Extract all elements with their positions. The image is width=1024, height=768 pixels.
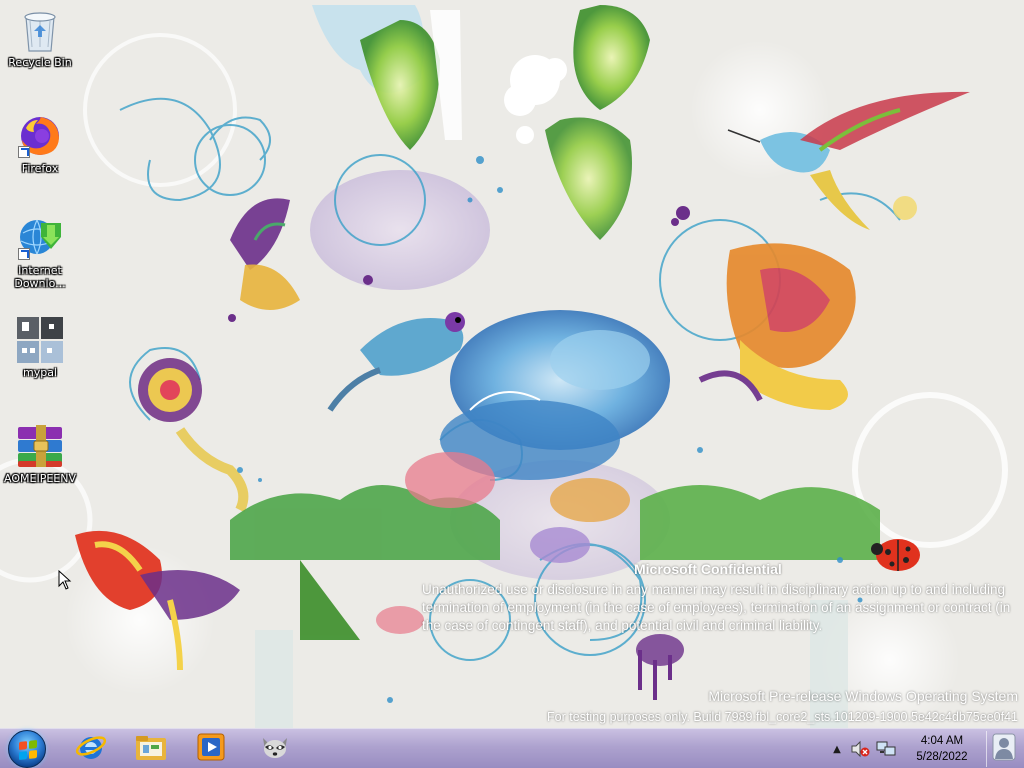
desktop-icon-label: Firefox <box>21 162 59 175</box>
clock-date: 5/28/2022 <box>916 751 968 763</box>
winrar-archive-icon <box>16 422 64 470</box>
shortcut-arrow-icon <box>18 248 30 260</box>
notification-area: ▲ 4:04 AM 5/28/2022 <box>830 729 1024 768</box>
windows-orb-icon <box>8 730 46 768</box>
desktop-icon-recycle-bin[interactable]: Recycle Bin <box>2 6 78 69</box>
taskbar-pinned-windows-explorer[interactable] <box>124 731 178 767</box>
desktop-icon-aomeipeenv[interactable]: AOMEIPEENV <box>2 422 78 485</box>
watermark-build-string: For testing purposes only. Build 7989.fb… <box>547 710 1018 724</box>
watermark-os-name: Microsoft Pre-release Windows Operating … <box>708 688 1018 704</box>
show-hidden-icons-chevron[interactable]: ▲ <box>830 739 844 759</box>
recycle-bin-icon <box>16 6 64 54</box>
watermark-title: Microsoft Confidential <box>634 561 782 577</box>
desktop-icon-label: mypal <box>22 366 57 379</box>
desktop-icon-label: Internet Downlo... <box>14 264 66 290</box>
clock-time: 4:04 AM <box>920 735 964 747</box>
taskbar-pinned-internet-explorer[interactable] <box>64 731 118 767</box>
volume-muted-icon[interactable] <box>850 739 870 759</box>
user-account-icon <box>992 733 1016 765</box>
taskbar-pinned-raccoon-app[interactable] <box>248 731 302 767</box>
mypal-icon <box>16 316 64 364</box>
internet-download-manager-icon <box>16 214 64 262</box>
raccoon-icon <box>259 732 291 766</box>
media-player-icon <box>196 732 226 766</box>
internet-explorer-icon <box>75 732 107 766</box>
start-button[interactable] <box>2 729 52 768</box>
taskbar-pinned-media-player[interactable] <box>184 731 238 767</box>
desktop-icon-mypal[interactable]: mypal <box>2 316 78 379</box>
watermark-notice: Unauthorized use or disclosure in any ma… <box>422 582 1011 633</box>
desktop-icon-firefox[interactable]: Firefox <box>2 112 78 175</box>
desktop-icon-internet-download-manager[interactable]: Internet Downlo... <box>2 214 78 290</box>
network-icon[interactable] <box>876 739 896 759</box>
mouse-cursor-icon <box>58 569 72 594</box>
firefox-icon <box>16 112 64 160</box>
user-account-button[interactable] <box>986 731 1020 767</box>
desktop-icon-label: Recycle Bin <box>8 56 72 69</box>
folder-library-icon <box>134 732 168 766</box>
shortcut-arrow-icon <box>18 146 30 158</box>
system-clock[interactable]: 4:04 AM 5/28/2022 <box>902 733 982 765</box>
desktop-icon-label: AOMEIPEENV <box>4 472 76 485</box>
taskbar: ▲ 4:04 AM 5/28/2022 <box>0 728 1024 768</box>
